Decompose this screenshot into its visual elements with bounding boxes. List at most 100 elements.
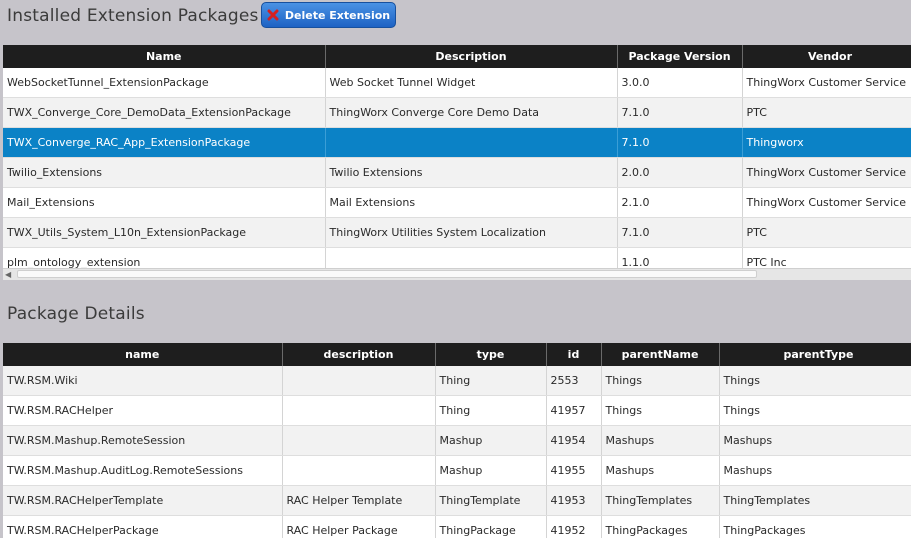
column-header-parent-name[interactable]: parentName: [601, 343, 720, 366]
cell-version: 7.1.0: [617, 127, 743, 158]
cell-description: [282, 425, 436, 456]
cell-name: WebSocketTunnel_ExtensionPackage: [3, 68, 326, 98]
cell-name: TW.RSM.Mashup.RemoteSession: [3, 425, 283, 456]
cell-parent-type: Things: [719, 395, 911, 426]
cell-version: 3.0.0: [617, 68, 743, 98]
cell-id: 41957: [546, 395, 602, 426]
cell-description: [282, 366, 436, 396]
cell-parent-type: ThingTemplates: [719, 485, 911, 516]
cell-parent-name: ThingTemplates: [601, 485, 720, 516]
table-row[interactable]: TW.RSM.Mashup.RemoteSession Mashup 41954…: [3, 425, 911, 456]
cell-vendor: PTC: [742, 217, 911, 248]
column-header-parent-type[interactable]: parentType: [719, 343, 911, 366]
column-header-name[interactable]: Name: [3, 45, 326, 68]
cell-name: plm_ontology_extension: [3, 247, 326, 268]
cell-name: TW.RSM.RACHelperTemplate: [3, 485, 283, 516]
table-row[interactable]: WebSocketTunnel_ExtensionPackage Web Soc…: [3, 68, 911, 98]
package-details-grid[interactable]: name description type id parentName pare…: [3, 343, 911, 538]
cell-id: 41953: [546, 485, 602, 516]
table-row[interactable]: TW.RSM.RACHelper Thing 41957 Things Thin…: [3, 395, 911, 426]
table-row[interactable]: TW.RSM.Wiki Thing 2553 Things Things: [3, 366, 911, 396]
table-row[interactable]: TW.RSM.RACHelperTemplate RAC Helper Temp…: [3, 485, 911, 516]
cell-description: [325, 127, 618, 158]
cell-description: ThingWorx Converge Core Demo Data: [325, 97, 618, 128]
cell-description: RAC Helper Template: [282, 485, 436, 516]
table-row[interactable]: plm_ontology_extension 1.1.0 PTC Inc: [3, 247, 911, 268]
column-header-id[interactable]: id: [546, 343, 602, 366]
cell-description: RAC Helper Package: [282, 515, 436, 538]
cell-vendor: PTC: [742, 97, 911, 128]
cell-parent-name: Mashups: [601, 425, 720, 456]
cell-version: 2.1.0: [617, 187, 743, 218]
cell-parent-name: Mashups: [601, 455, 720, 486]
cell-id: 41954: [546, 425, 602, 456]
cell-type: Mashup: [435, 455, 547, 486]
cell-type: ThingTemplate: [435, 485, 547, 516]
cell-name: TW.RSM.RACHelper: [3, 395, 283, 426]
delete-extension-label: Delete Extension: [284, 8, 391, 22]
column-header-type[interactable]: type: [435, 343, 547, 366]
extensions-grid[interactable]: Name Description Package Version Vendor …: [3, 45, 911, 268]
package-details-title: Package Details: [7, 304, 145, 324]
cell-version: 7.1.0: [617, 97, 743, 128]
cell-parent-name: Things: [601, 366, 720, 396]
cell-type: Thing: [435, 395, 547, 426]
delete-x-icon: [267, 9, 279, 21]
table-row[interactable]: TWX_Converge_Core_DemoData_ExtensionPack…: [3, 97, 911, 128]
cell-name: TWX_Utils_System_L10n_ExtensionPackage: [3, 217, 326, 248]
package-details-table: name description type id parentName pare…: [3, 343, 911, 538]
column-header-description[interactable]: Description: [325, 45, 618, 68]
cell-parent-type: Mashups: [719, 455, 911, 486]
cell-name: TW.RSM.RACHelperPackage: [3, 515, 283, 538]
cell-type: Mashup: [435, 425, 547, 456]
scrollbar-thumb[interactable]: [17, 270, 757, 278]
cell-id: 41955: [546, 455, 602, 486]
delete-extension-button[interactable]: Delete Extension: [261, 2, 396, 28]
cell-name: TWX_Converge_RAC_App_ExtensionPackage: [3, 127, 326, 158]
cell-name: TW.RSM.Wiki: [3, 366, 283, 396]
extensions-header-row: Name Description Package Version Vendor: [3, 45, 911, 68]
cell-name: TW.RSM.Mashup.AuditLog.RemoteSessions: [3, 455, 283, 486]
cell-name: Mail_Extensions: [3, 187, 326, 218]
cell-parent-type: Things: [719, 366, 911, 396]
column-header-name[interactable]: name: [3, 343, 283, 366]
scroll-left-arrow-icon[interactable]: ◀: [5, 270, 11, 279]
cell-description: Web Socket Tunnel Widget: [325, 68, 618, 98]
table-row[interactable]: TWX_Utils_System_L10n_ExtensionPackage T…: [3, 217, 911, 248]
table-row[interactable]: Mail_Extensions Mail Extensions 2.1.0 Th…: [3, 187, 911, 218]
table-row[interactable]: TW.RSM.RACHelperPackage RAC Helper Packa…: [3, 515, 911, 538]
cell-vendor: ThingWorx Customer Service: [742, 187, 911, 218]
cell-description: Mail Extensions: [325, 187, 618, 218]
cell-type: ThingPackage: [435, 515, 547, 538]
cell-vendor: Thingworx: [742, 127, 911, 158]
column-header-package-version[interactable]: Package Version: [617, 45, 743, 68]
cell-version: 1.1.0: [617, 247, 743, 268]
cell-version: 7.1.0: [617, 217, 743, 248]
cell-description: [325, 247, 618, 268]
cell-type: Thing: [435, 366, 547, 396]
cell-description: [282, 395, 436, 426]
extensions-table: Name Description Package Version Vendor …: [3, 45, 911, 268]
table-row-selected[interactable]: TWX_Converge_RAC_App_ExtensionPackage 7.…: [3, 127, 911, 158]
horizontal-scrollbar[interactable]: ◀: [3, 268, 911, 280]
cell-name: TWX_Converge_Core_DemoData_ExtensionPack…: [3, 97, 326, 128]
table-row[interactable]: TW.RSM.Mashup.AuditLog.RemoteSessions Ma…: [3, 455, 911, 486]
cell-parent-type: Mashups: [719, 425, 911, 456]
cell-id: 41952: [546, 515, 602, 538]
cell-parent-name: ThingPackages: [601, 515, 720, 538]
cell-description: [282, 455, 436, 486]
cell-name: Twilio_Extensions: [3, 157, 326, 188]
cell-vendor: ThingWorx Customer Service: [742, 157, 911, 188]
cell-parent-name: Things: [601, 395, 720, 426]
cell-description: Twilio Extensions: [325, 157, 618, 188]
cell-vendor: ThingWorx Customer Service: [742, 68, 911, 98]
cell-description: ThingWorx Utilities System Localization: [325, 217, 618, 248]
column-header-description[interactable]: description: [282, 343, 436, 366]
column-header-vendor[interactable]: Vendor: [742, 45, 911, 68]
cell-id: 2553: [546, 366, 602, 396]
cell-vendor: PTC Inc: [742, 247, 911, 268]
cell-version: 2.0.0: [617, 157, 743, 188]
details-header-row: name description type id parentName pare…: [3, 343, 911, 366]
installed-extensions-title: Installed Extension Packages: [7, 6, 259, 26]
table-row[interactable]: Twilio_Extensions Twilio Extensions 2.0.…: [3, 157, 911, 188]
